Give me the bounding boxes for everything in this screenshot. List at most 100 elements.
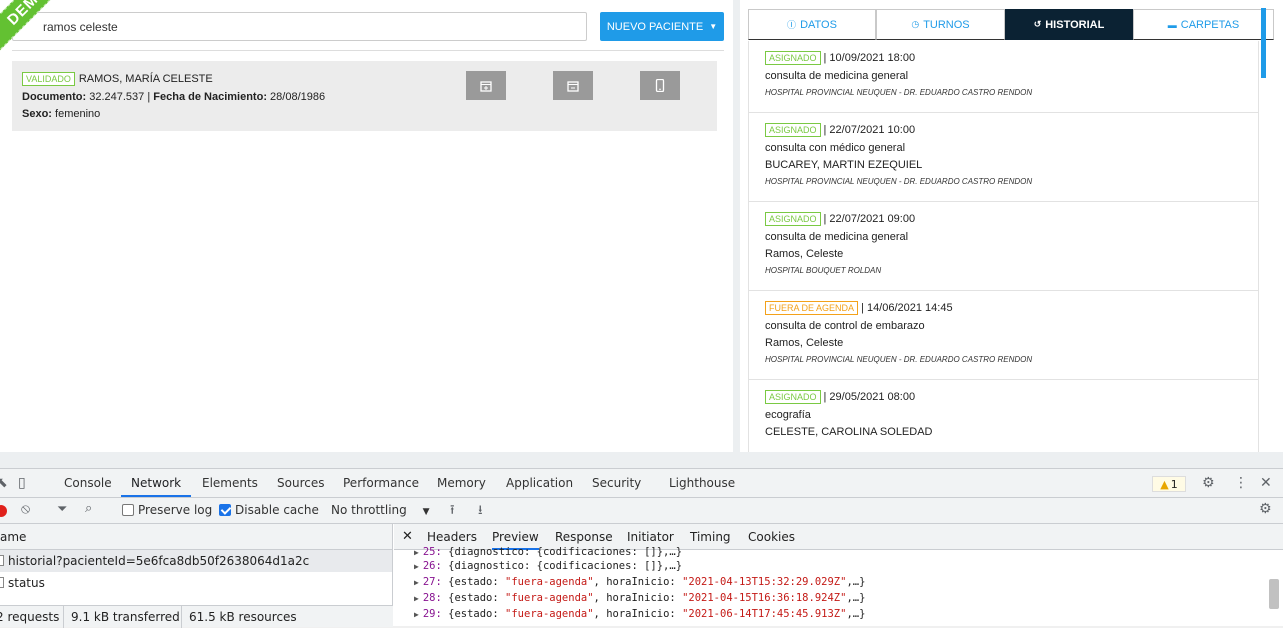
throttling-value: No throttling <box>331 503 407 517</box>
new-patient-label: NUEVO PACIENTE <box>606 20 704 33</box>
caret-down-icon: ▼ <box>709 22 718 31</box>
status-badge: FUERA DE AGENDA <box>765 301 859 315</box>
entry-professional: Ramos, Celeste <box>765 248 844 260</box>
tab-sources[interactable]: Sources <box>277 469 324 497</box>
request-row[interactable]: historial?pacienteId=5e6fca8db50f2638064… <box>0 550 392 572</box>
tab-lighthouse[interactable]: Lighthouse <box>669 469 735 497</box>
preview-scrollbar[interactable] <box>1269 579 1279 609</box>
resources-size: 61.5 kB resources <box>181 606 297 628</box>
history-entry[interactable]: ASIGNADO | 10/09/2021 18:00 consulta de m… <box>748 41 1259 113</box>
settings-icon[interactable]: ⚙ <box>1202 475 1215 491</box>
warnings-counter[interactable]: ▲ 1 <box>1152 476 1186 492</box>
name-column-header[interactable]: ame <box>0 524 392 550</box>
network-settings-icon[interactable]: ⚙ <box>1259 501 1272 517</box>
search-icon[interactable]: ⌕ <box>85 501 92 516</box>
entry-organization: HOSPITAL PROVINCIAL NEUQUEN - DR. EDUARD… <box>765 88 1033 97</box>
close-details-icon[interactable]: ✕ <box>402 524 413 550</box>
json-row[interactable]: ▶ 29: {estado: "fuera-agenda", horaInicio… <box>414 606 865 622</box>
entry-datetime: | 22/07/2021 09:00 <box>823 213 916 225</box>
history-entry[interactable]: FUERA DE AGENDA | 14/06/2021 14:45 consul… <box>748 291 1259 380</box>
row-key: {estado: <box>448 592 506 604</box>
status-badge: ASIGNADO <box>765 123 821 137</box>
tab-memory[interactable]: Memory <box>437 469 486 497</box>
network-toolbar: ⦸ ⏷ ⌕ Preserve log Disable cache No thro… <box>0 498 1283 524</box>
import-har-icon[interactable]: ⭱ <box>450 501 455 523</box>
tab-carpetas[interactable]: ▬ CARPETAS <box>1133 9 1274 40</box>
row-index: 26: <box>422 560 442 572</box>
row-key: , horaInicio: <box>593 592 683 604</box>
inspect-icon[interactable]: ⬉ <box>0 475 8 491</box>
file-icon <box>0 555 4 566</box>
close-devtools-icon[interactable]: ✕ <box>1260 475 1272 491</box>
calendar-add-button[interactable] <box>466 71 506 100</box>
json-row[interactable]: ▶ 27: {estado: "fuera-agenda", horaInicio… <box>414 574 865 590</box>
row-string: "2021-04-15T16:36:18.924Z" <box>682 592 847 604</box>
tab-application[interactable]: Application <box>506 469 573 497</box>
tab-security[interactable]: Security <box>592 469 641 497</box>
request-row[interactable]: status <box>0 572 392 594</box>
network-summary: 2 requests 9.1 kB transferred 61.5 kB re… <box>0 605 393 628</box>
history-entry[interactable]: ASIGNADO | 22/07/2021 09:00 consulta de m… <box>748 202 1259 291</box>
row-key: {estado: <box>448 608 506 620</box>
patient-card[interactable]: VALIDADO RAMOS, MARÍA CELESTE Documento:… <box>12 61 717 131</box>
divider <box>12 50 724 51</box>
entry-service: consulta de medicina general <box>765 70 909 82</box>
json-row[interactable]: ▶ 28: {estado: "fuera-agenda", horaInicio… <box>414 590 865 606</box>
row-index: 29: <box>422 608 442 620</box>
throttling-select[interactable]: No throttling ▼ <box>331 503 430 517</box>
row-key: {estado: <box>448 576 506 588</box>
row-ellipsis: ,…} <box>846 576 866 588</box>
row-string: "fuera-agenda" <box>505 576 594 588</box>
row-string: "fuera-agenda" <box>505 608 594 620</box>
row-ellipsis: ,…} <box>846 608 866 620</box>
calendar-remove-button[interactable] <box>553 71 593 100</box>
row-key: , horaInicio: <box>593 576 683 588</box>
tab-historial[interactable]: ↺ HISTORIAL <box>1005 9 1133 40</box>
more-options-icon[interactable]: ⋮ <box>1234 475 1248 491</box>
row-index: 27: <box>422 576 442 588</box>
tab-label: CARPETAS <box>1180 18 1240 31</box>
tab-elements[interactable]: Elements <box>202 469 258 497</box>
clock-icon: ◷ <box>911 19 920 29</box>
detail-tabs: ⓘ DATOS ◷ TURNOS ↺ HISTORIAL ▬ CARPETAS <box>748 9 1274 40</box>
tab-turnos[interactable]: ◷ TURNOS <box>876 9 1005 40</box>
patient-search-panel: DEMO NUEVO PACIENTE ▼ VALIDADO RAMOS, MA… <box>0 0 733 452</box>
tab-datos[interactable]: ⓘ DATOS <box>748 9 876 40</box>
status-badge: ASIGNADO <box>765 390 821 404</box>
warnings-count: 1 <box>1170 477 1178 491</box>
row-summary: {diagnostico: {codificaciones: []},…} <box>448 560 683 572</box>
tab-performance[interactable]: Performance <box>343 469 419 497</box>
row-summary: {diagnostico: {codificaciones: []},…} <box>448 546 683 558</box>
tab-timing[interactable]: Timing <box>690 524 731 550</box>
patient-search-input[interactable] <box>12 12 587 41</box>
json-row[interactable]: ▶ 26: {diagnostico: {codificaciones: []},… <box>414 558 682 574</box>
device-toggle-icon[interactable]: ▯ <box>18 475 26 491</box>
request-name: historial?pacienteId=5e6fca8db50f2638064… <box>8 554 310 568</box>
scrollbar[interactable] <box>1261 8 1266 78</box>
entry-professional: CELESTE, CAROLINA SOLEDAD <box>765 426 933 438</box>
tab-console[interactable]: Console <box>64 469 112 497</box>
dob-value: 28/08/1986 <box>270 91 326 103</box>
devtools-panel: ⬉ ▯ Console Network Elements Sources Per… <box>0 468 1283 628</box>
history-entry[interactable]: ASIGNADO | 29/05/2021 08:00 ecografía CEL… <box>748 380 1259 452</box>
preserve-log-checkbox[interactable]: Preserve log <box>122 503 212 517</box>
record-icon[interactable] <box>0 505 7 517</box>
export-har-icon[interactable]: ⭳ <box>478 501 483 523</box>
filter-icon[interactable]: ⏷ <box>57 502 67 517</box>
disable-cache-checkbox[interactable]: Disable cache <box>219 503 319 517</box>
row-index: 28: <box>422 592 442 604</box>
entry-professional: Ramos, Celeste <box>765 337 844 349</box>
mobile-button[interactable] <box>640 71 680 100</box>
entry-professional: BUCAREY, MARTIN EZEQUIEL <box>765 159 923 171</box>
status-badge: ASIGNADO <box>765 212 821 226</box>
clear-icon[interactable]: ⦸ <box>21 501 30 517</box>
entry-datetime: | 10/09/2021 18:00 <box>823 52 916 64</box>
history-entry[interactable]: ASIGNADO | 22/07/2021 10:00 consulta con … <box>748 113 1259 202</box>
history-timeline: ASIGNADO | 10/09/2021 18:00 consulta de m… <box>748 41 1259 452</box>
tab-network[interactable]: Network <box>121 469 192 497</box>
sex-label: Sexo: <box>22 108 52 120</box>
tab-cookies[interactable]: Cookies <box>748 524 795 550</box>
new-patient-button[interactable]: NUEVO PACIENTE ▼ <box>600 12 724 41</box>
entry-datetime: | 14/06/2021 14:45 <box>861 302 953 314</box>
folder-icon: ▬ <box>1167 19 1177 30</box>
